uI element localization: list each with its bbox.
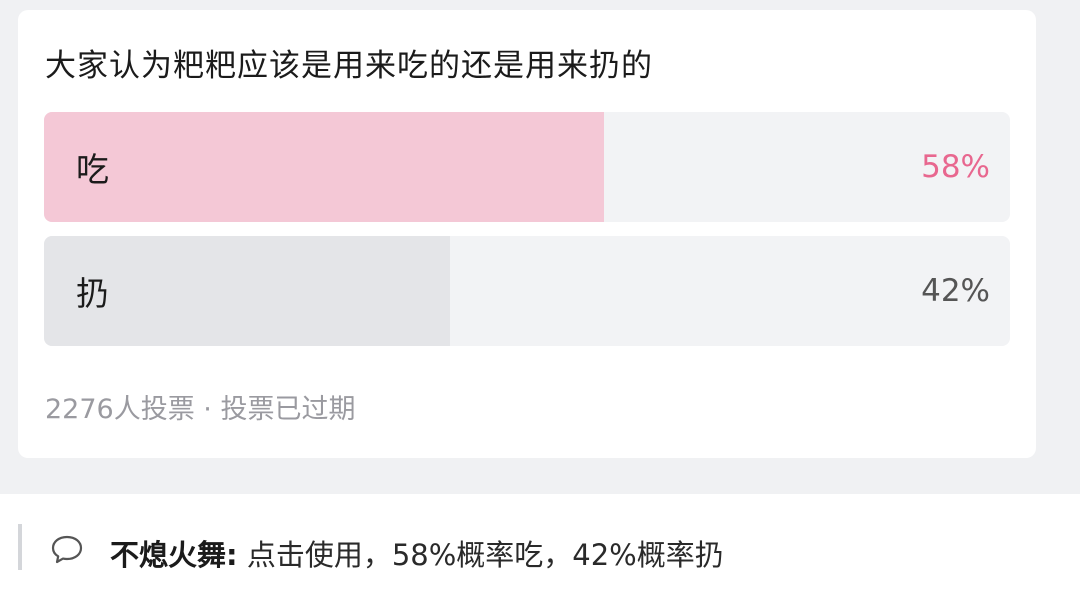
poll-option-label: 吃 bbox=[76, 150, 109, 189]
quote-bar bbox=[18, 524, 22, 570]
poll-option-fill bbox=[44, 112, 605, 222]
poll-option-percent: 58% bbox=[921, 149, 990, 185]
poll-title: 大家认为粑粑应该是用来吃的还是用来扔的 bbox=[45, 48, 653, 84]
poll-meta: 2276人投票 · 投票已过期 bbox=[45, 394, 356, 425]
comment-author[interactable]: 不熄火舞: bbox=[110, 538, 238, 572]
poll-card: 大家认为粑粑应该是用来吃的还是用来扔的 吃 58% 扔 42% 2276人投票 … bbox=[18, 10, 1036, 458]
comment-bubble-icon[interactable] bbox=[50, 534, 84, 564]
poll-option-throw[interactable]: 扔 42% bbox=[44, 236, 1010, 346]
comment-area: 不熄火舞: 点击使用，58%概率吃，42%概率扔 bbox=[0, 494, 1080, 606]
comment-body: 点击使用，58%概率吃，42%概率扔 bbox=[237, 538, 724, 572]
poll-option-label: 扔 bbox=[76, 274, 109, 313]
poll-option-percent: 42% bbox=[921, 273, 990, 309]
poll-option-eat[interactable]: 吃 58% bbox=[44, 112, 1010, 222]
comment-text: 不熄火舞: 点击使用，58%概率吃，42%概率扔 bbox=[110, 532, 724, 574]
